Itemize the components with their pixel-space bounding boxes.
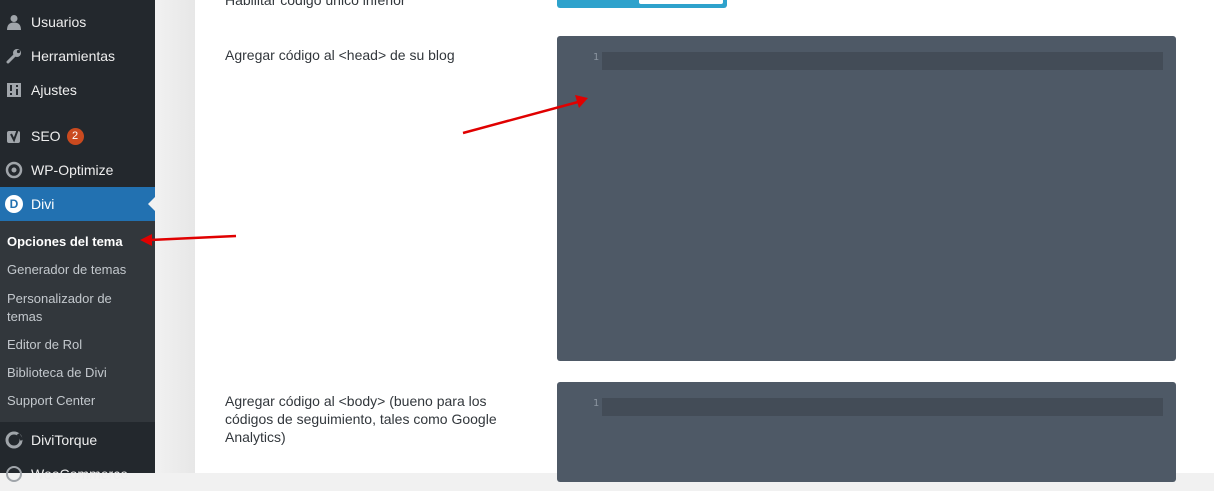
- notification-badge: 2: [66, 127, 84, 145]
- submenu-biblioteca-de-divi[interactable]: Biblioteca de Divi: [7, 364, 147, 382]
- line-number: 1: [592, 398, 599, 409]
- menu-item-usuarios[interactable]: Usuarios: [0, 5, 155, 39]
- line-number: 1: [592, 52, 599, 63]
- submenu-personalizador-de-temas[interactable]: Personalizador de temas: [7, 290, 127, 326]
- head-code-editor[interactable]: 1: [557, 36, 1176, 361]
- menu-item-label: Herramientas: [31, 48, 116, 64]
- menu-item-herramientas[interactable]: Herramientas: [0, 39, 155, 73]
- divi-submenu: Opciones del tema Generador de temas Per…: [0, 221, 155, 422]
- submenu-generador-de-temas[interactable]: Generador de temas: [7, 261, 147, 279]
- head-code-label: Agregar código al <head> de su blog: [225, 47, 455, 63]
- bottom-code-toggle[interactable]: [557, 0, 727, 8]
- sliders-icon: [4, 80, 24, 100]
- woocommerce-icon: [4, 464, 24, 484]
- admin-sidebar: Usuarios Herramientas Ajustes SEO 2 WP-O…: [0, 0, 155, 482]
- body-code-label: Agregar código al <body> (bueno para los…: [225, 393, 497, 445]
- menu-item-divi[interactable]: D Divi: [0, 187, 155, 221]
- submenu-editor-de-rol[interactable]: Editor de Rol: [7, 336, 147, 354]
- wp-optimize-icon: [4, 160, 24, 180]
- submenu-support-center[interactable]: Support Center: [7, 392, 147, 410]
- toggle-knob: [639, 0, 723, 4]
- menu-item-label: Divi: [31, 196, 55, 212]
- divi-icon-wrap: D: [4, 194, 24, 214]
- menu-item-seo[interactable]: SEO 2: [0, 119, 155, 153]
- menu-item-divitorque[interactable]: DiviTorque: [0, 423, 155, 457]
- menu-item-wp-optimize[interactable]: WP-Optimize: [0, 153, 155, 187]
- yoast-icon: [4, 126, 24, 146]
- content-gutter: [155, 0, 195, 473]
- active-line[interactable]: [602, 52, 1163, 70]
- active-pointer: [148, 197, 155, 211]
- submenu-opciones-del-tema[interactable]: Opciones del tema: [7, 233, 147, 251]
- body-code-editor[interactable]: 1: [557, 382, 1176, 482]
- menu-item-label: DiviTorque: [31, 432, 98, 448]
- wrench-icon: [4, 46, 24, 66]
- menu-item-label: Ajustes: [31, 82, 77, 98]
- bottom-code-toggle-label: Habilitar código único inferior: [225, 0, 406, 8]
- menu-item-ajustes[interactable]: Ajustes: [0, 73, 155, 107]
- divitorque-icon: [4, 430, 24, 450]
- menu-item-label: SEO: [31, 128, 61, 144]
- menu-item-label: WooCommerce: [31, 466, 128, 482]
- user-icon: [4, 12, 24, 32]
- menu-item-label: Usuarios: [31, 14, 87, 30]
- menu-item-woocommerce[interactable]: WooCommerce: [0, 457, 155, 491]
- active-line[interactable]: [602, 398, 1163, 416]
- divi-icon: D: [5, 195, 23, 213]
- menu-item-label: WP-Optimize: [31, 162, 114, 178]
